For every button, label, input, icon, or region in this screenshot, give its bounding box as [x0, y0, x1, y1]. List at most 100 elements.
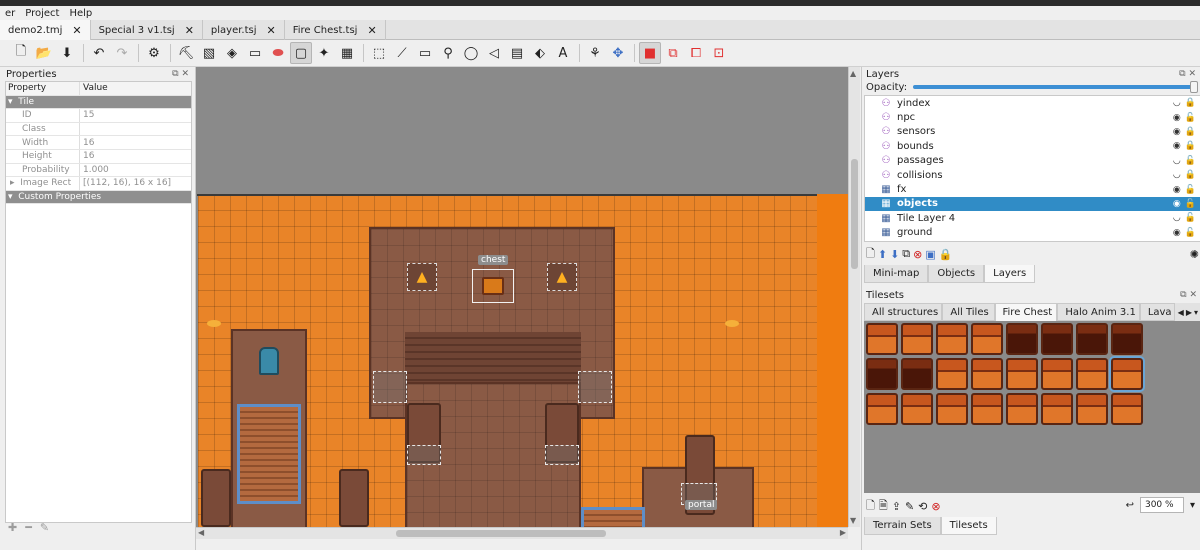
tab-scroll-left-icon[interactable]: ◀	[1178, 308, 1184, 317]
rename-property-icon[interactable]: ✎	[40, 521, 49, 534]
unlock-icon[interactable]: 🔓	[1185, 213, 1196, 223]
undo-icon[interactable]: ↶	[88, 42, 110, 64]
tile-chest[interactable]	[1041, 393, 1073, 425]
lock-icon[interactable]: 🔒	[1185, 170, 1196, 180]
tile-chest[interactable]	[866, 323, 898, 355]
horizontal-scroll-thumb[interactable]	[396, 530, 606, 537]
tile-chest[interactable]	[1006, 358, 1038, 390]
insert-template-icon[interactable]: ⬖	[529, 42, 551, 64]
close-icon[interactable]: ✕	[185, 24, 194, 37]
chevron-right-icon[interactable]: ▸	[10, 178, 20, 188]
layer-row-objects[interactable]: ▦ objects ◉ 🔓	[865, 196, 1200, 212]
magic-wand-icon[interactable]: ✦	[313, 42, 335, 64]
tile-chest[interactable]	[1076, 323, 1108, 355]
add-property-icon[interactable]: ✚	[8, 521, 17, 534]
layer-row-yindex[interactable]: ⚇ yindex ◡ 🔒	[865, 96, 1200, 110]
npc-dino[interactable]	[259, 347, 279, 375]
vertical-scroll-thumb[interactable]	[851, 159, 858, 269]
tile-chest[interactable]	[1076, 358, 1108, 390]
tileset-tab-fire-chest[interactable]: Fire Chest	[994, 303, 1058, 321]
tile-chest-selected[interactable]	[1109, 356, 1145, 392]
unlock-icon[interactable]: 🔓	[1185, 228, 1196, 238]
prop-row-probability[interactable]: Probability 1.000	[6, 163, 191, 178]
open-icon[interactable]: 📂	[33, 42, 55, 64]
scroll-down-icon[interactable]: ▼	[850, 516, 856, 525]
torch-right[interactable]: ▲	[547, 263, 577, 291]
unlock-icon[interactable]: 🔓	[1185, 113, 1196, 123]
close-icon[interactable]: ✕	[367, 24, 376, 37]
tile-chest[interactable]	[1041, 358, 1073, 390]
tile-chest[interactable]	[901, 323, 933, 355]
layer-row-sensors[interactable]: ⚇ sensors ◉ 🔒	[865, 125, 1200, 139]
lock-other-layers-icon[interactable]: 🔒	[939, 248, 953, 261]
tab-demo2[interactable]: demo2.tmj ✕	[0, 20, 91, 40]
unlock-icon[interactable]: 🔓	[1185, 185, 1196, 195]
unlock-icon[interactable]: 🔓	[1185, 156, 1196, 166]
move-icon[interactable]: ✥	[607, 42, 629, 64]
tile-chest[interactable]	[936, 323, 968, 355]
reset-zoom-icon[interactable]: ↩	[1126, 500, 1134, 511]
new-layer-icon[interactable]: 🗋	[866, 245, 875, 264]
layer-row-fx[interactable]: ▦ fx ◉ 🔓	[865, 182, 1200, 196]
redo-icon[interactable]: ↷	[111, 42, 133, 64]
lock-icon[interactable]: 🔒	[1185, 127, 1196, 137]
scroll-up-icon[interactable]: ▲	[850, 69, 856, 78]
tab-player[interactable]: player.tsj ✕	[203, 20, 285, 40]
insert-tile-icon[interactable]: ▤	[506, 42, 528, 64]
close-icon[interactable]: ✕	[72, 24, 81, 37]
layer-row-bounds[interactable]: ⚇ bounds ◉ 🔒	[865, 139, 1200, 153]
tile-chest[interactable]	[1006, 323, 1038, 355]
stamp-brush-icon[interactable]: ⛏	[175, 42, 197, 64]
opacity-slider-knob[interactable]	[1190, 81, 1198, 93]
map-viewport[interactable]: ▲ ▲ chest portal	[196, 67, 848, 527]
tileset-view[interactable]	[864, 321, 1200, 493]
layer-row-passages[interactable]: ⚇ passages ◡ 🔓	[865, 154, 1200, 168]
layer-row-ground[interactable]: ▦ ground ◉ 🔓	[865, 226, 1200, 240]
insert-ellipse-icon[interactable]: ◯	[460, 42, 482, 64]
shape-fill-icon[interactable]: ▭	[244, 42, 266, 64]
zoom-dropdown-icon[interactable]: ▾	[1190, 500, 1195, 511]
group-tile[interactable]: ▾ Tile	[6, 95, 191, 110]
save-icon[interactable]: ⬇	[56, 42, 78, 64]
commands-icon[interactable]: ⚙	[143, 42, 165, 64]
tile-chest[interactable]	[971, 358, 1003, 390]
tileset-tab-all-structures[interactable]: All structures	[864, 303, 943, 321]
edit-tileset-icon[interactable]: ✎	[905, 500, 914, 513]
eye-icon[interactable]: ◉	[1173, 199, 1181, 209]
prop-row-width[interactable]: Width 16	[6, 136, 191, 150]
opacity-slider[interactable]	[913, 81, 1198, 93]
tile-chest[interactable]	[1111, 323, 1143, 355]
close-icon[interactable]: ✕	[267, 24, 276, 37]
hidden-icon[interactable]: ◡	[1173, 156, 1181, 166]
hidden-icon[interactable]: ◡	[1173, 213, 1181, 223]
tab-tilesets[interactable]: Tilesets	[940, 517, 997, 535]
tab-terrain-sets[interactable]: Terrain Sets	[864, 517, 941, 535]
unlock-icon[interactable]: 🔓	[1185, 199, 1196, 209]
map-vertical-scrollbar[interactable]: ▲ ▼	[848, 67, 860, 527]
layer-row-npc[interactable]: ⚇ npc ◉ 🔓	[865, 110, 1200, 124]
raise-layer-icon[interactable]: ⬆	[878, 248, 887, 261]
tab-mini-map[interactable]: Mini-map	[864, 265, 929, 283]
lower-layer-icon[interactable]: ⬇	[890, 248, 899, 261]
layer-row-collisions[interactable]: ⚇ collisions ◡ 🔒	[865, 168, 1200, 182]
wangfill-icon[interactable]: ⧉	[662, 42, 684, 64]
object-box-right[interactable]	[578, 371, 612, 403]
select-objects-icon[interactable]: ⬚	[368, 42, 390, 64]
new-map-icon[interactable]: 🗋	[10, 42, 32, 64]
insert-text-icon[interactable]: A	[552, 42, 574, 64]
tile-chest[interactable]	[1076, 393, 1108, 425]
prop-row-class[interactable]: Class	[6, 122, 191, 137]
tileset-tab-halo-anim[interactable]: Halo Anim 3.1	[1057, 303, 1140, 321]
lock-icon[interactable]: 🔒	[1185, 98, 1196, 108]
bucket-fill-icon[interactable]: ◈	[221, 42, 243, 64]
embed-tileset-icon[interactable]: 🗎	[879, 497, 888, 516]
group-custom-properties[interactable]: ▾ Custom Properties	[6, 190, 191, 205]
tab-list-dropdown-icon[interactable]: ▾	[1194, 308, 1198, 317]
show-collisions-icon[interactable]: ⊡	[708, 42, 730, 64]
eye-icon[interactable]: ◉	[1173, 127, 1181, 137]
prop-row-image-rect[interactable]: ▸ Image Rect [(112, 16), 16 x 16]	[6, 177, 191, 191]
tab-special3[interactable]: Special 3 v1.tsj ✕	[91, 20, 203, 40]
eye-icon[interactable]: ◉	[1173, 185, 1181, 195]
world-tool-icon[interactable]: ⚘	[584, 42, 606, 64]
remove-property-icon[interactable]: ━	[25, 521, 32, 534]
